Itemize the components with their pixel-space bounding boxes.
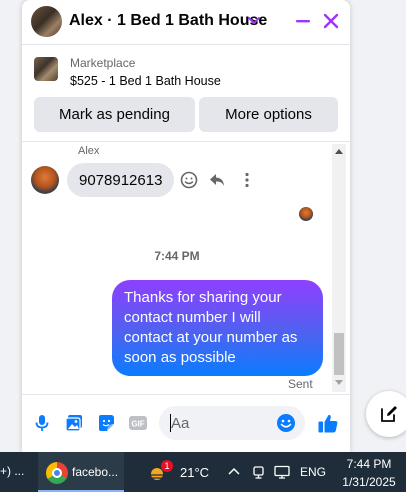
gif-icon[interactable]: GIF — [128, 413, 148, 433]
close-icon[interactable] — [322, 12, 340, 30]
like-icon[interactable] — [317, 412, 339, 434]
input-language[interactable]: ENG — [300, 465, 326, 479]
emoji-icon[interactable] — [276, 413, 296, 433]
taskbar-left-item[interactable]: +) ... — [0, 464, 24, 478]
network-icon[interactable] — [274, 465, 290, 479]
sender-name: Alex — [78, 145, 100, 157]
chevron-up-icon[interactable] — [228, 466, 240, 476]
clock-time[interactable]: 7:44 PM — [340, 457, 398, 471]
new-message-button[interactable] — [366, 391, 406, 437]
marketplace-label: Marketplace — [70, 56, 136, 70]
chat-title[interactable]: Alex · 1 Bed 1 Bath House — [69, 12, 267, 30]
sent-status: Sent — [288, 377, 313, 391]
chevron-down-icon[interactable] — [246, 12, 262, 28]
incoming-message[interactable]: 9078912613 — [67, 163, 175, 197]
seen-avatar — [299, 207, 313, 221]
listing-title[interactable]: $525 - 1 Bed 1 Bath House — [70, 74, 221, 88]
header-divider — [22, 44, 350, 45]
mark-as-pending-button[interactable]: Mark as pending — [34, 97, 195, 132]
listing-thumbnail[interactable] — [34, 57, 58, 81]
message-timestamp: 7:44 PM — [154, 249, 200, 263]
more-options-button[interactable]: More options — [199, 97, 338, 132]
composer-divider — [22, 394, 350, 395]
taskbar-app-label: facebo... — [72, 465, 119, 479]
photo-icon[interactable] — [64, 413, 84, 433]
microphone-icon[interactable] — [32, 413, 52, 433]
temperature[interactable]: 21°C — [180, 465, 209, 480]
chat-window: Alex · 1 Bed 1 Bath House Marketplace $5… — [22, 0, 350, 452]
minimize-icon[interactable] — [294, 12, 312, 30]
sender-avatar[interactable] — [31, 166, 59, 194]
background-right — [350, 0, 406, 452]
scroll-up-arrow-icon[interactable] — [335, 148, 343, 154]
listing-divider — [22, 141, 350, 142]
outgoing-message[interactable]: Thanks for sharing your contact number I… — [112, 280, 323, 376]
chat-avatar[interactable] — [31, 6, 62, 37]
clock-date[interactable]: 1/31/2025 — [336, 475, 402, 489]
text-caret — [170, 414, 171, 432]
sticker-icon[interactable] — [96, 413, 116, 433]
camera-mic-icon[interactable] — [252, 464, 266, 480]
reply-icon[interactable] — [208, 171, 226, 189]
weather-alert-badge: 1 — [161, 460, 173, 472]
background-left — [0, 0, 22, 452]
chrome-icon — [46, 462, 68, 484]
more-vertical-icon[interactable] — [238, 171, 256, 189]
react-emoji-icon[interactable] — [180, 171, 198, 189]
svg-text:GIF: GIF — [131, 420, 144, 429]
windows-taskbar: +) ... facebo... 1 21°C ENG 7:44 PM 1/31… — [0, 452, 406, 492]
scrollbar-thumb[interactable] — [334, 333, 344, 375]
scroll-down-arrow-icon[interactable] — [335, 380, 343, 386]
compose-icon — [381, 406, 397, 422]
